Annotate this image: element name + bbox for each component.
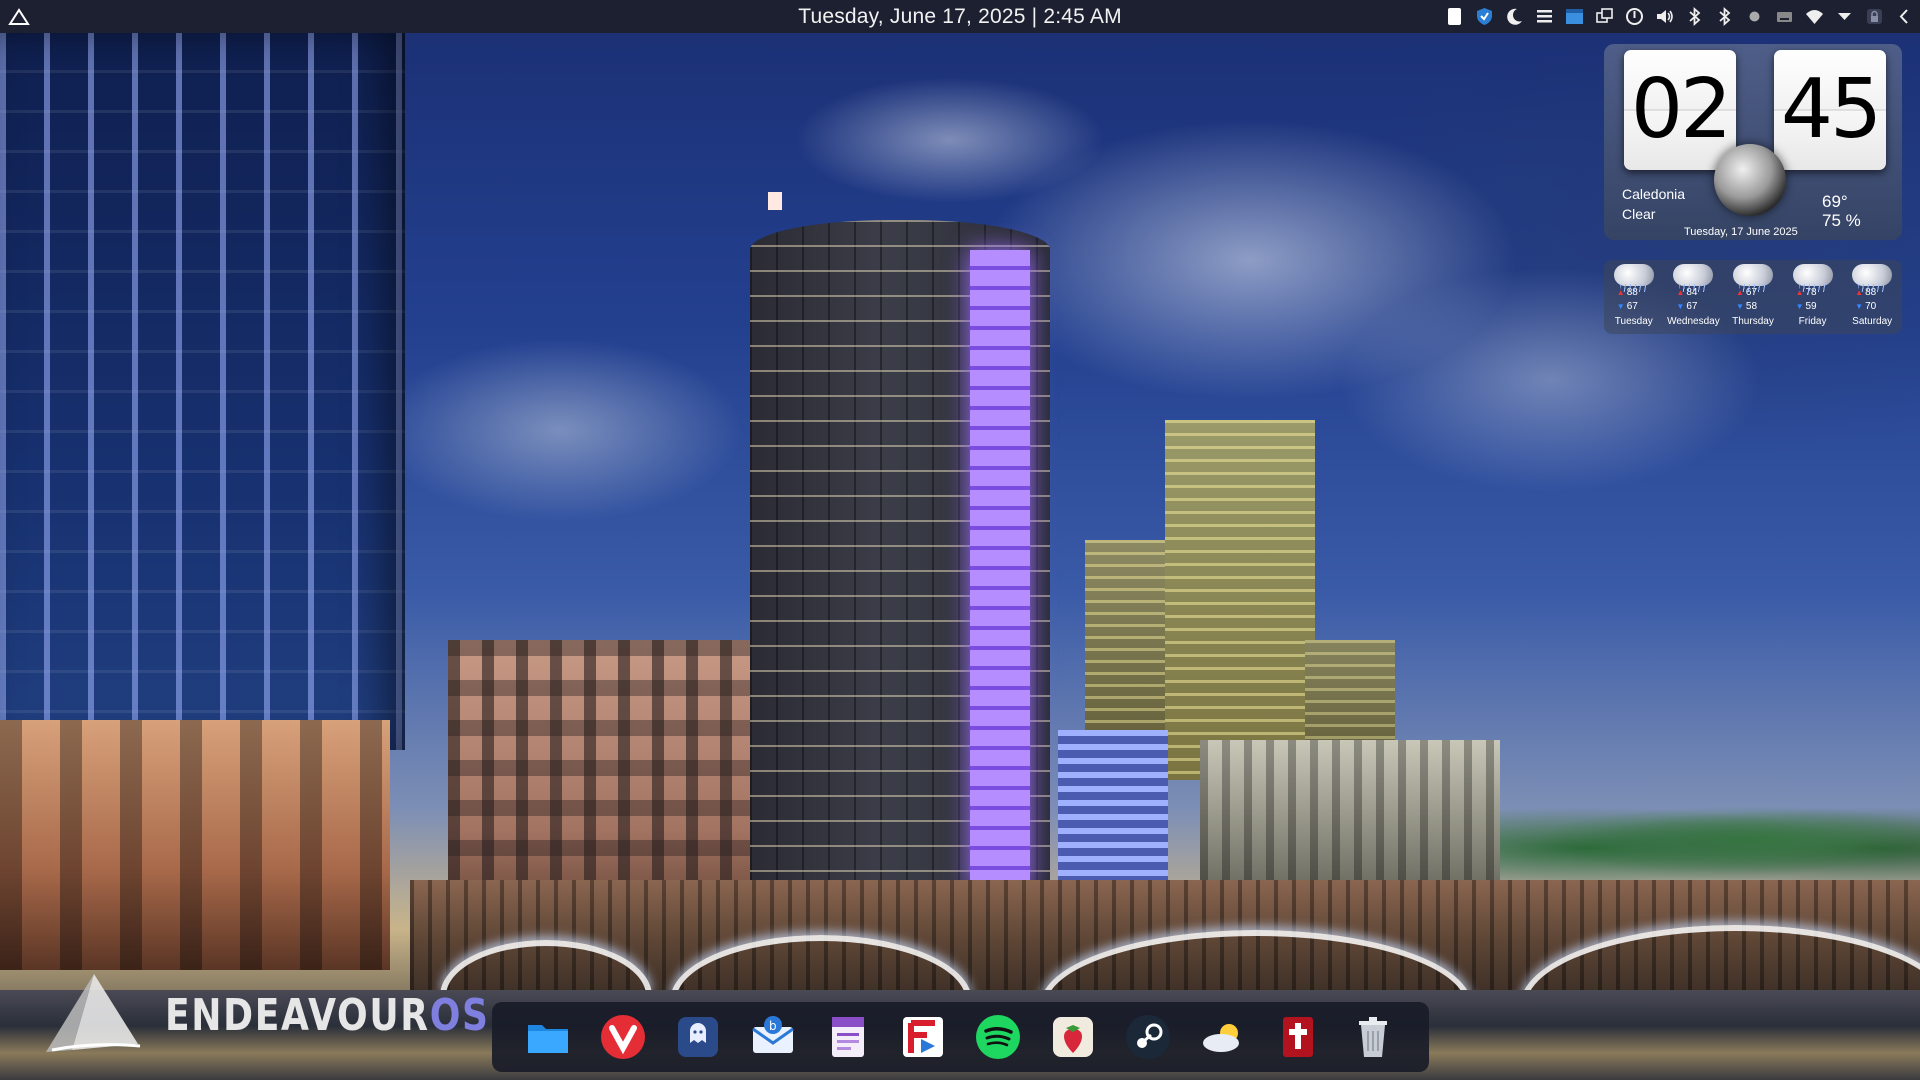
dock-files[interactable] <box>522 1011 574 1063</box>
endeavouros-wordmark: ENDEAVOUROS <box>165 990 490 1041</box>
steam-icon <box>1126 1015 1171 1059</box>
bluetooth-icon[interactable] <box>1685 7 1704 26</box>
wallpaper-blue-building <box>1058 730 1168 890</box>
forecast-day-name: Saturday <box>1852 316 1893 327</box>
bluetooth-icon[interactable] <box>1715 7 1734 26</box>
weather-temperature: 69° <box>1822 192 1848 211</box>
mail-client-icon: b <box>751 1016 794 1053</box>
dock-strawberry[interactable] <box>1047 1011 1099 1063</box>
shield-icon[interactable] <box>1475 7 1494 26</box>
forecast-day-name: Thursday <box>1732 316 1774 327</box>
dock-weather[interactable] <box>1197 1011 1249 1063</box>
wallpaper-podium <box>0 720 390 970</box>
forecast-day-name: Friday <box>1798 316 1827 327</box>
forecast-low: 67 <box>1664 300 1722 314</box>
feed-reader-icon <box>902 1017 943 1057</box>
panel-date-time[interactable]: Tuesday, June 17, 2025 | 2:45 AM <box>798 5 1122 28</box>
wallpaper-purple-lights <box>970 250 1030 890</box>
svg-text:b: b <box>769 1019 777 1033</box>
weather-humidity: 75 % <box>1822 211 1861 230</box>
rain-cloud-icon <box>1732 264 1773 292</box>
wifi-icon[interactable] <box>1805 7 1824 26</box>
forecast-low: 67 <box>1605 300 1663 314</box>
rain-cloud-icon <box>1613 264 1654 292</box>
clock-hour: 02 <box>1624 50 1736 170</box>
weather-condition: Clear <box>1622 206 1656 222</box>
keyboard-icon[interactable] <box>1775 7 1794 26</box>
dock-ghost-app[interactable] <box>672 1011 724 1063</box>
wordmark-accent: OS <box>429 990 490 1041</box>
forecast-low: 58 <box>1724 300 1782 314</box>
forecast-day: 88 67 Tuesday <box>1605 260 1663 334</box>
forecast-low: 59 <box>1784 300 1842 314</box>
forecast-low: 70 <box>1843 300 1901 314</box>
weather-location-block: Caledonia Clear <box>1622 184 1685 224</box>
weather-readings: 69° 75 % <box>1822 192 1861 230</box>
brightness-icon[interactable] <box>1745 7 1764 26</box>
forecast-day: 84 67 Wednesday <box>1664 260 1722 334</box>
moon-icon[interactable] <box>1505 7 1524 26</box>
dock-notes[interactable] <box>822 1011 874 1063</box>
dock-bible[interactable] <box>1272 1011 1324 1063</box>
wordmark-main: ENDEAVOUR <box>165 990 430 1041</box>
moon-phase-icon <box>1714 144 1786 216</box>
power-icon[interactable] <box>1625 7 1644 26</box>
dock-mail[interactable]: b <box>747 1011 799 1063</box>
dock-feed-reader[interactable] <box>897 1011 949 1063</box>
wallpaper-flag <box>768 192 782 210</box>
forecast-day-name: Wednesday <box>1667 316 1720 327</box>
dock-vivaldi[interactable] <box>597 1011 649 1063</box>
rain-cloud-icon <box>1792 264 1833 292</box>
spotify-icon <box>976 1015 1020 1059</box>
weather-app-icon <box>1203 1024 1240 1052</box>
ghost-app-icon <box>677 1017 718 1057</box>
lock-icon[interactable] <box>1865 7 1884 26</box>
system-tray <box>1445 4 1914 29</box>
widget-date: Tuesday, 17 June 2025 <box>1684 226 1798 238</box>
clock-minute: 45 <box>1774 50 1886 170</box>
wallpaper-trees <box>1500 800 1920 880</box>
flip-clock-widget[interactable]: 02 45 Caledonia Clear 69° 75 % Tuesday, … <box>1604 44 1902 240</box>
list-icon[interactable] <box>1535 7 1554 26</box>
forecast-day: 88 70 Saturday <box>1843 260 1901 334</box>
forecast-day: 78 59 Friday <box>1784 260 1842 334</box>
forecast-day: 67 58 Thursday <box>1724 260 1782 334</box>
wallpaper-hotel-tower <box>1165 420 1315 780</box>
dock-trash[interactable] <box>1347 1011 1399 1063</box>
notes-app-icon <box>831 1017 864 1057</box>
screens-icon[interactable] <box>1595 7 1614 26</box>
weather-forecast-widget[interactable]: 88 67 Tuesday 84 67 Wednesday 67 58 Thur… <box>1604 260 1902 334</box>
trash-icon <box>1359 1017 1388 1057</box>
rain-cloud-icon <box>1852 264 1893 292</box>
dock-spotify[interactable] <box>972 1011 1024 1063</box>
files-folder-icon <box>527 1025 568 1053</box>
strawberry-music-icon <box>1053 1017 1094 1057</box>
dock-steam[interactable] <box>1122 1011 1174 1063</box>
chevron-down-icon[interactable] <box>1835 7 1854 26</box>
forecast-day-name: Tuesday <box>1614 316 1653 327</box>
endeavouros-logo-icon <box>46 974 141 1052</box>
bible-app-icon <box>1283 1017 1314 1057</box>
vivaldi-browser-icon <box>600 1015 645 1059</box>
chevron-left-icon[interactable] <box>1895 7 1914 26</box>
dock: b <box>492 1002 1429 1072</box>
volume-icon[interactable] <box>1655 7 1674 26</box>
wallpaper-low-building <box>1200 740 1500 890</box>
rain-cloud-icon <box>1673 264 1714 292</box>
weather-location: Caledonia <box>1622 186 1686 202</box>
window-icon[interactable] <box>1565 7 1584 26</box>
white-square-icon[interactable] <box>1445 7 1464 26</box>
wallpaper-tower-left <box>0 30 405 750</box>
top-panel: Tuesday, June 17, 2025 | 2:45 AM <box>0 0 1920 33</box>
